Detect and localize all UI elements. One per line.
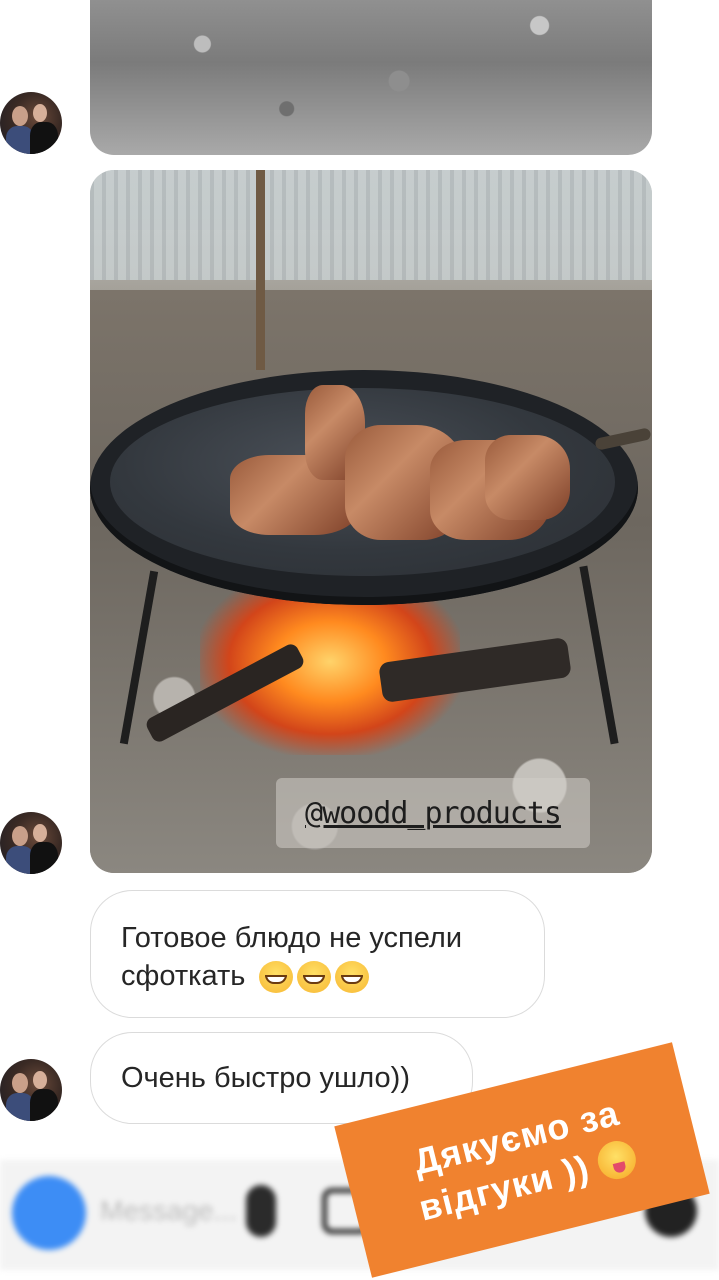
sender-avatar[interactable]	[0, 92, 62, 154]
photo-background-fence	[90, 170, 652, 280]
grinning-tears-emoji-icon	[259, 961, 294, 994]
watermark-text: @woodd_products	[305, 795, 562, 831]
message-bubble[interactable]: Готовое блюдо не успели сфоткать	[90, 890, 545, 1018]
sender-avatar[interactable]	[0, 812, 62, 874]
emoji-group	[259, 961, 370, 994]
photo-watermark: @woodd_products	[276, 778, 590, 848]
photo-metal-rod	[256, 170, 265, 370]
grinning-tears-emoji-icon	[335, 961, 370, 994]
message-input[interactable]: Message...	[100, 1195, 237, 1227]
shared-photo-grill[interactable]: @woodd_products	[90, 170, 652, 873]
message-text: Очень быстро ушло))	[121, 1062, 410, 1094]
shared-photo-ashes[interactable]	[90, 0, 652, 155]
grinning-tears-emoji-icon	[297, 961, 332, 994]
photo-meat	[485, 435, 570, 520]
camera-button[interactable]	[12, 1176, 86, 1250]
sender-avatar[interactable]	[0, 1059, 62, 1121]
microphone-icon[interactable]	[246, 1185, 276, 1237]
yum-emoji-icon	[593, 1137, 640, 1184]
